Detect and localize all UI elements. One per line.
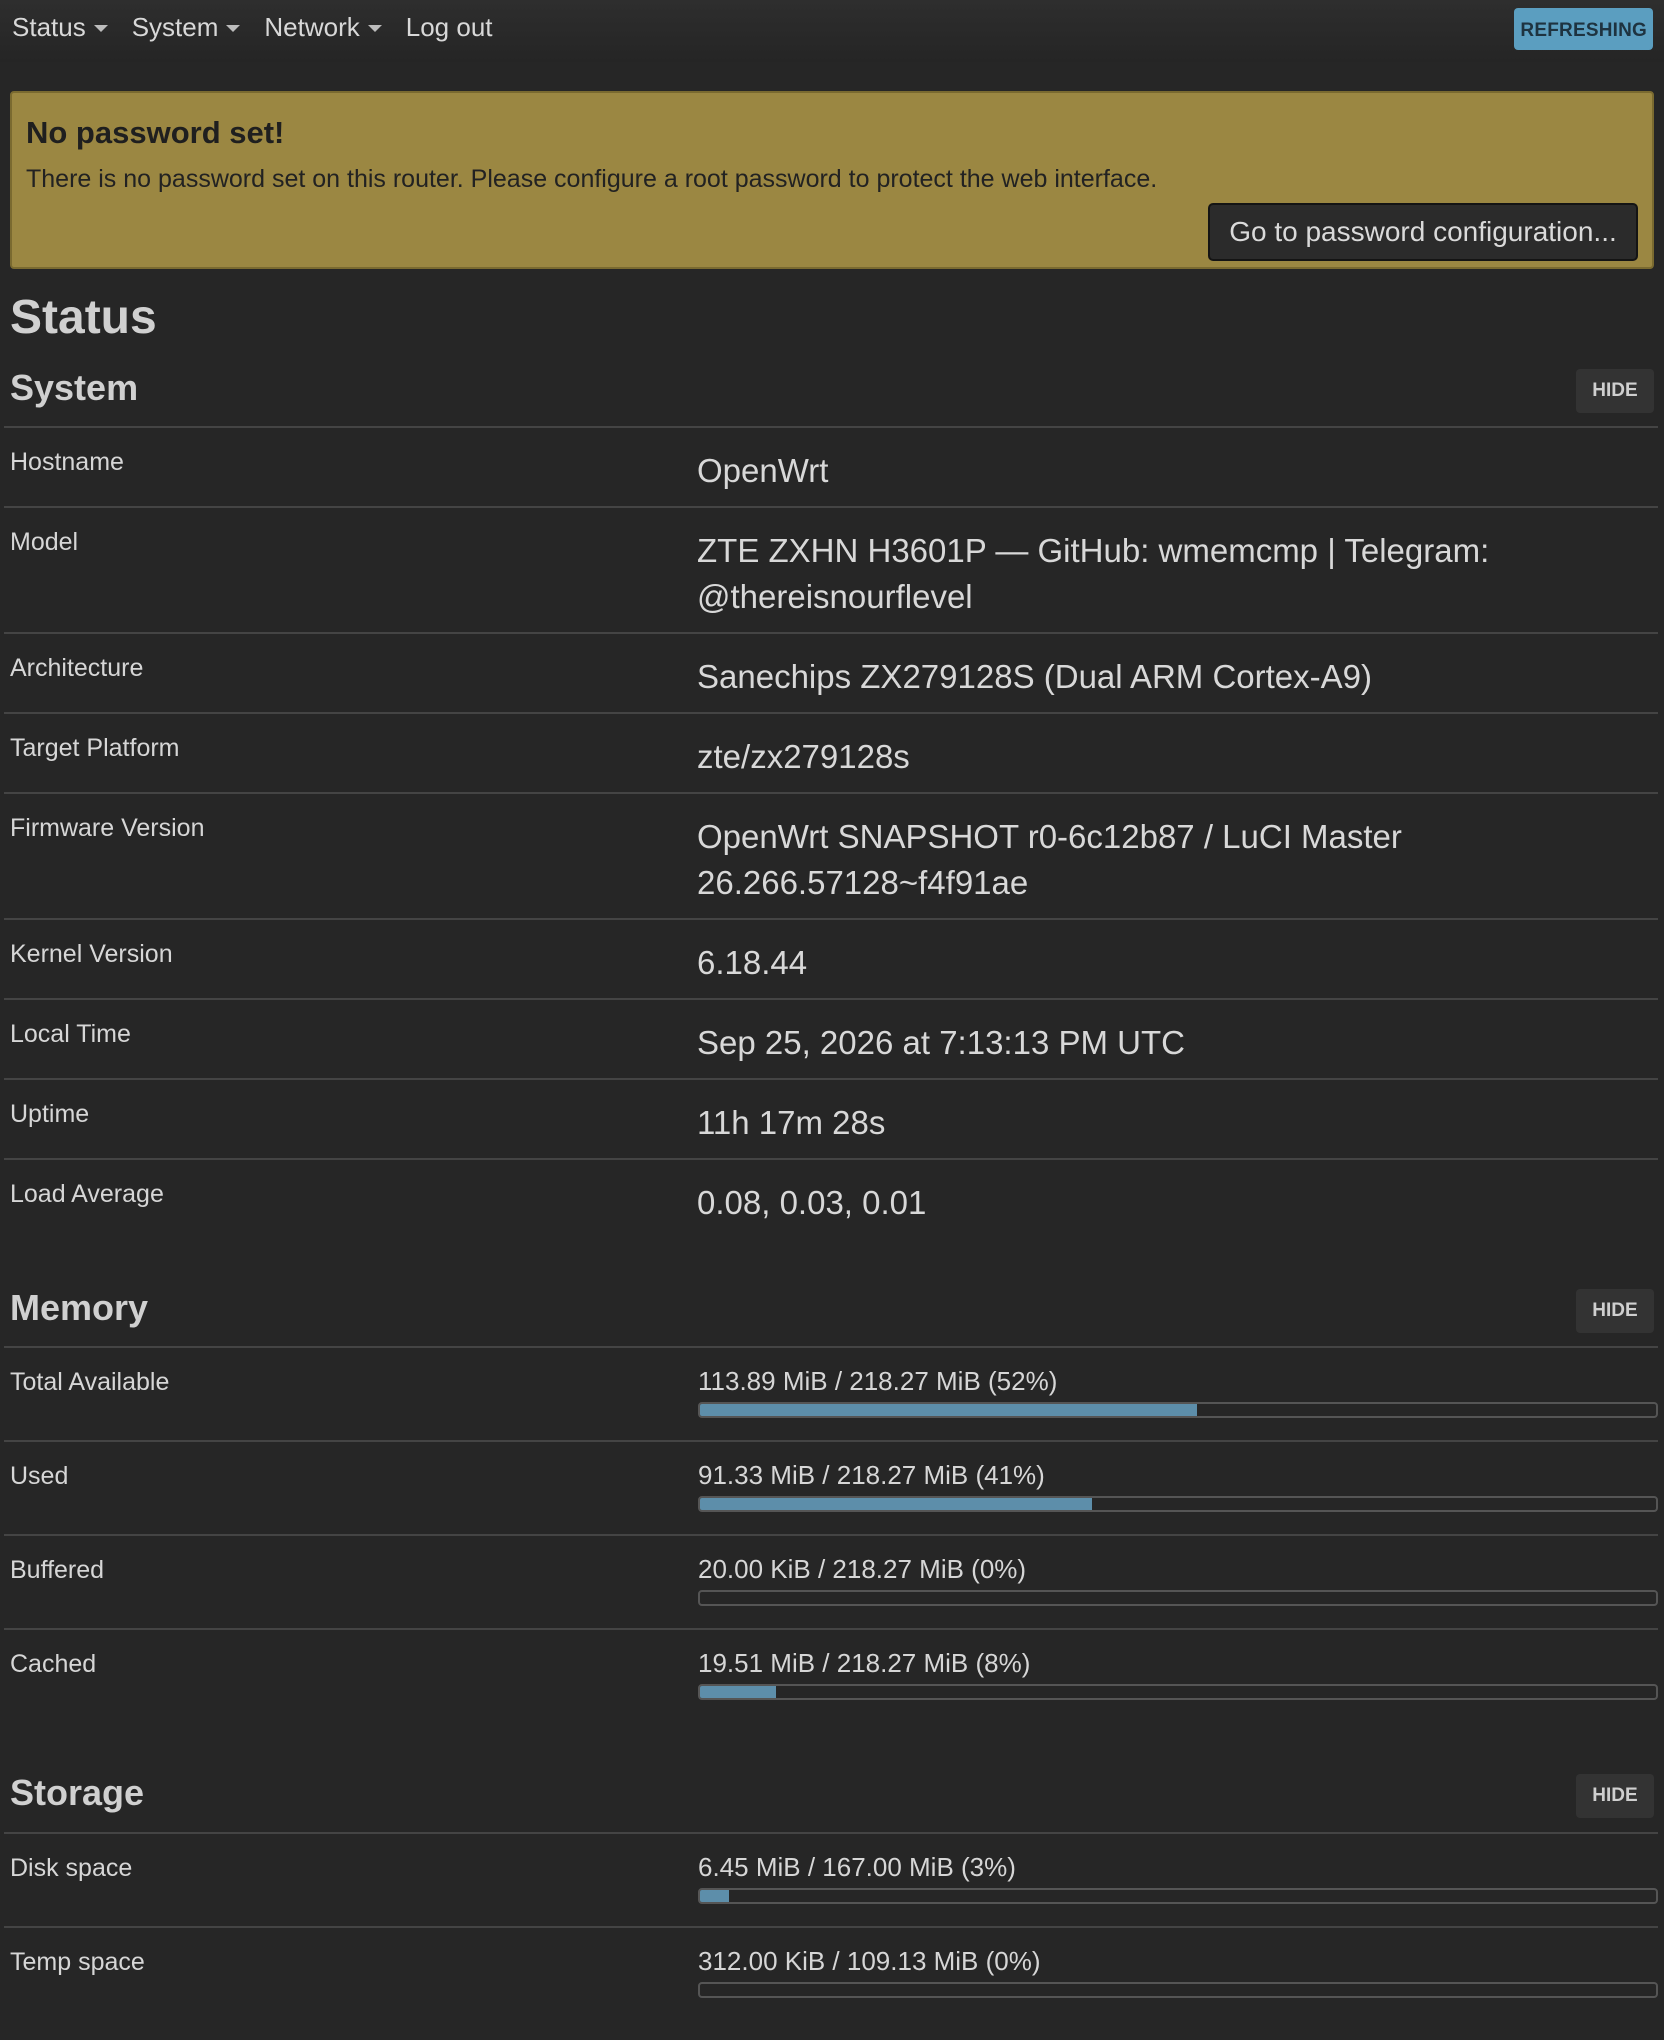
progress-text: 19.51 MiB / 218.27 MiB (8%) bbox=[698, 1648, 1031, 1678]
row-label: Cached bbox=[10, 1650, 97, 1678]
row-label: Target Platform bbox=[10, 734, 180, 762]
row-value: ZTE ZXHN H3601P — GitHub: wmemcmp | Tele… bbox=[697, 532, 1490, 615]
progress-text: 20.00 KiB / 218.27 MiB (0%) bbox=[698, 1554, 1027, 1584]
info-row-hostname: Hostname OpenWrt bbox=[4, 426, 1658, 506]
info-row-kernel-version: Kernel Version 6.18.44 bbox=[4, 918, 1658, 998]
info-row-model: Model ZTE ZXHN H3601P — GitHub: wmemcmp … bbox=[4, 506, 1658, 632]
row-label: Hostname bbox=[10, 448, 124, 476]
menu-network[interactable]: Network bbox=[264, 12, 382, 43]
row-label: Temp space bbox=[10, 1948, 145, 1976]
row-label: Total Available bbox=[10, 1368, 170, 1396]
row-label: Model bbox=[10, 528, 79, 556]
menu-status[interactable]: Status bbox=[12, 12, 108, 43]
hide-storage-button[interactable]: HIDE bbox=[1576, 1774, 1654, 1818]
progress-bar bbox=[698, 1590, 1658, 1606]
progress-bar bbox=[698, 1888, 1658, 1904]
info-row-firmware-version: Firmware Version OpenWrt SNAPSHOT r0-6c1… bbox=[4, 792, 1658, 918]
top-navbar: Status System Network Log out REFRESHING bbox=[0, 0, 1664, 62]
row-value: OpenWrt SNAPSHOT r0-6c12b87 / LuCI Maste… bbox=[697, 818, 1402, 901]
row-value: OpenWrt bbox=[697, 452, 829, 489]
no-password-alert: No password set! There is no password se… bbox=[10, 91, 1654, 269]
alert-text: There is no password set on this router.… bbox=[26, 165, 1158, 193]
hide-system-button[interactable]: HIDE bbox=[1576, 369, 1654, 413]
menu-logout[interactable]: Log out bbox=[406, 12, 493, 43]
info-row-local-time: Local Time Sep 25, 2026 at 7:13:13 PM UT… bbox=[4, 998, 1658, 1078]
menu-logout-label: Log out bbox=[405, 12, 493, 42]
memory-row-total-available: Total Available 113.89 MiB / 218.27 MiB … bbox=[4, 1346, 1658, 1440]
progress-text: 312.00 KiB / 109.13 MiB (0%) bbox=[698, 1946, 1041, 1976]
progress-fill bbox=[700, 1498, 1092, 1510]
row-value: 6.18.44 bbox=[697, 944, 808, 981]
menu-status-label: Status bbox=[12, 12, 86, 42]
menu-network-label: Network bbox=[264, 12, 360, 42]
progress-text: 6.45 MiB / 167.00 MiB (3%) bbox=[698, 1852, 1016, 1882]
row-label: Firmware Version bbox=[10, 814, 205, 842]
progress-bar bbox=[698, 1982, 1658, 1998]
progress-text: 91.33 MiB / 218.27 MiB (41%) bbox=[698, 1460, 1045, 1490]
row-value: Sep 25, 2026 at 7:13:13 PM UTC bbox=[697, 1024, 1185, 1061]
info-row-uptime: Uptime 11h 17m 28s bbox=[4, 1078, 1658, 1158]
section-title-system: System bbox=[10, 367, 139, 408]
caret-down-icon bbox=[367, 25, 382, 32]
info-row-architecture: Architecture Sanechips ZX279128S (Dual A… bbox=[4, 632, 1658, 712]
storage-row-temp-space: Temp space 312.00 KiB / 109.13 MiB (0%) bbox=[4, 1926, 1658, 2020]
progress-fill bbox=[700, 1404, 1198, 1416]
row-label: Buffered bbox=[10, 1556, 105, 1584]
menu-system-label: System bbox=[131, 12, 219, 42]
row-value: zte/zx279128s bbox=[697, 738, 910, 775]
page-title: Status bbox=[10, 291, 157, 344]
password-config-button[interactable]: Go to password configuration... bbox=[1208, 203, 1638, 261]
progress-bar bbox=[698, 1402, 1658, 1418]
alert-title: No password set! bbox=[26, 115, 285, 150]
row-label: Architecture bbox=[10, 654, 144, 682]
memory-row-cached: Cached 19.51 MiB / 218.27 MiB (8%) bbox=[4, 1628, 1658, 1722]
progress-fill bbox=[700, 1686, 777, 1698]
row-value: 0.08, 0.03, 0.01 bbox=[697, 1184, 927, 1221]
refreshing-indicator[interactable]: REFRESHING bbox=[1514, 8, 1653, 50]
progress-bar bbox=[698, 1496, 1658, 1512]
progress-fill bbox=[700, 1890, 729, 1902]
section-title-storage: Storage bbox=[10, 1772, 145, 1813]
info-row-load-average: Load Average 0.08, 0.03, 0.01 bbox=[4, 1158, 1658, 1238]
progress-text: 113.89 MiB / 218.27 MiB (52%) bbox=[698, 1366, 1058, 1396]
row-label: Local Time bbox=[10, 1020, 131, 1048]
row-label: Load Average bbox=[10, 1180, 164, 1208]
storage-row-disk-space: Disk space 6.45 MiB / 167.00 MiB (3%) bbox=[4, 1832, 1658, 1926]
section-title-memory: Memory bbox=[10, 1287, 149, 1328]
row-label: Disk space bbox=[10, 1854, 133, 1882]
memory-row-buffered: Buffered 20.00 KiB / 218.27 MiB (0%) bbox=[4, 1534, 1658, 1628]
main-menu: Status System Network Log out bbox=[12, 12, 517, 43]
caret-down-icon bbox=[93, 25, 108, 32]
row-value: 11h 17m 28s bbox=[697, 1104, 886, 1141]
menu-system[interactable]: System bbox=[132, 12, 241, 43]
hide-memory-button[interactable]: HIDE bbox=[1576, 1289, 1654, 1333]
row-label: Kernel Version bbox=[10, 940, 173, 968]
row-value: Sanechips ZX279128S (Dual ARM Cortex-A9) bbox=[697, 658, 1372, 695]
row-label: Used bbox=[10, 1462, 69, 1490]
info-row-target-platform: Target Platform zte/zx279128s bbox=[4, 712, 1658, 792]
row-label: Uptime bbox=[10, 1100, 90, 1128]
progress-bar bbox=[698, 1684, 1658, 1700]
memory-row-used: Used 91.33 MiB / 218.27 MiB (41%) bbox=[4, 1440, 1658, 1534]
caret-down-icon bbox=[226, 25, 241, 32]
